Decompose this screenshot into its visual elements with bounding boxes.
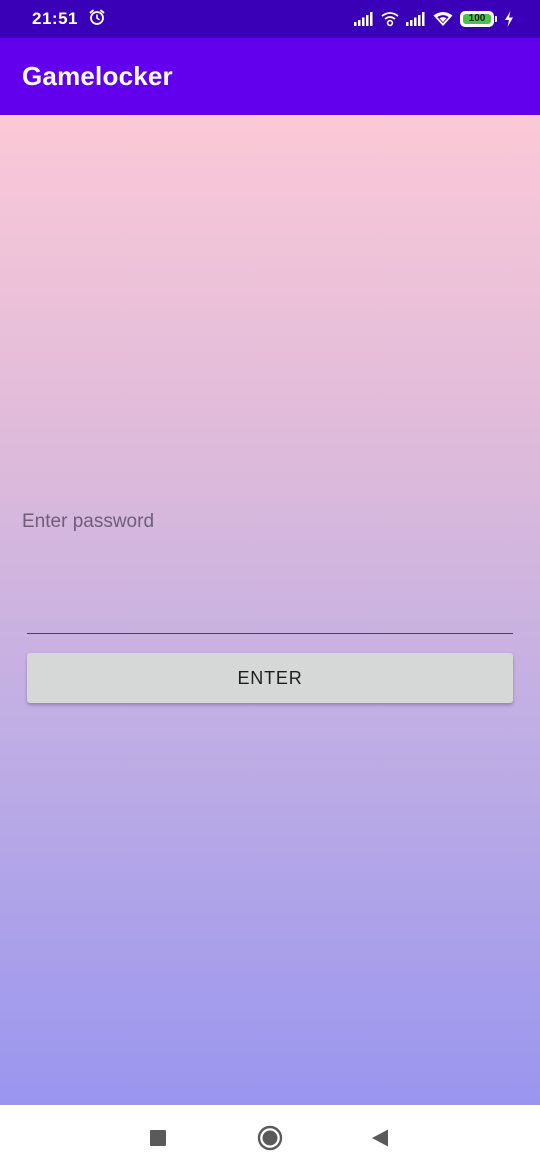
app-title: Gamelocker [22, 61, 173, 91]
navigation-bar [0, 1105, 540, 1170]
signal-icon [354, 12, 374, 26]
signal-icon [406, 12, 426, 26]
status-left: 21:51 [32, 8, 106, 31]
battery-icon: 100 [460, 11, 497, 27]
enter-button[interactable]: ENTER [27, 653, 513, 703]
status-time: 21:51 [32, 9, 78, 28]
battery-level: 100 [463, 14, 491, 24]
main-content: Enter password ENTER [0, 115, 540, 1105]
app-bar: Gamelocker [0, 38, 540, 115]
recents-icon[interactable] [145, 1125, 171, 1151]
charging-icon [504, 11, 514, 27]
status-right: 100 [354, 11, 514, 27]
wifi-calling-icon [381, 11, 399, 27]
wifi-icon [433, 11, 453, 27]
alarm-icon [88, 8, 106, 31]
password-label: Enter password [22, 511, 155, 532]
back-icon[interactable] [367, 1125, 393, 1151]
status-bar: 21:51 100 [0, 0, 540, 38]
home-icon[interactable] [257, 1125, 283, 1151]
password-input[interactable] [27, 585, 513, 634]
